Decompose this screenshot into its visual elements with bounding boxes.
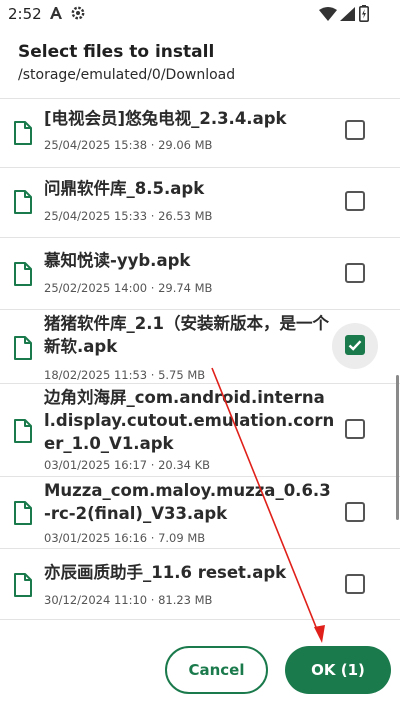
file-date: 30/12/2024 11:10 (44, 593, 148, 607)
ok-button[interactable]: OK (1) (285, 646, 391, 694)
file-meta: 03/01/2025 16:17 · 20.34 KB (44, 458, 210, 472)
file-icon (13, 262, 33, 290)
file-list[interactable]: [电视会员]悠兔电视_2.3.4.apk 25/04/2025 15:38 · … (0, 98, 400, 620)
file-date: 25/04/2025 15:38 (44, 138, 148, 152)
folder-path: /storage/emulated/0/Download (18, 67, 236, 83)
file-row[interactable]: 边角刘海屏_com.android.internal.display.cutou… (0, 383, 400, 476)
file-checkbox[interactable] (345, 419, 365, 439)
file-meta: 03/01/2025 16:16 · 7.09 MB (44, 531, 205, 545)
file-meta: 25/02/2025 14:00 · 29.74 MB (44, 281, 212, 295)
file-row[interactable]: 亦辰画质助手_11.6 reset.apk 30/12/2024 11:10 ·… (0, 548, 400, 620)
check-icon (348, 340, 362, 351)
meta-separator: · (147, 368, 159, 382)
meta-separator: · (147, 138, 159, 152)
file-icon (13, 501, 33, 529)
meta-separator: · (147, 209, 159, 223)
file-date: 25/02/2025 14:00 (44, 281, 148, 295)
battery-charging-icon (359, 5, 369, 26)
file-row[interactable]: 问鼎软件库_8.5.apk 25/04/2025 15:33 · 26.53 M… (0, 167, 400, 237)
meta-separator: · (147, 593, 159, 607)
file-meta: 25/04/2025 15:33 · 26.53 MB (44, 209, 212, 223)
file-name: 猪猪软件库_2.1（安装新版本，是一个新软.apk (44, 314, 329, 356)
meta-separator: · (147, 458, 159, 472)
file-icon (13, 419, 33, 447)
file-size: 81.23 MB (158, 593, 213, 607)
file-row[interactable]: [电视会员]悠兔电视_2.3.4.apk 25/04/2025 15:38 · … (0, 98, 400, 167)
status-time: 2:52 (8, 5, 42, 23)
file-date: 03/01/2025 16:16 (44, 531, 148, 545)
file-size: 20.34 KB (158, 458, 211, 472)
file-icon (13, 190, 33, 218)
file-row-selected[interactable]: 猪猪软件库_2.1（安装新版本，是一个新软.apk 18/02/2025 11:… (0, 309, 400, 383)
file-name: [电视会员]悠兔电视_2.3.4.apk (44, 109, 287, 128)
file-icon (13, 121, 33, 149)
dialog-header: Select files to install /storage/emulate… (0, 30, 400, 98)
file-name: 慕知悦读-yyb.apk (44, 251, 191, 270)
scrollbar[interactable] (396, 375, 399, 520)
file-meta: 30/12/2024 11:10 · 81.23 MB (44, 593, 212, 607)
file-checkbox[interactable] (345, 191, 365, 211)
file-size: 29.06 MB (158, 138, 213, 152)
file-checkbox[interactable] (345, 263, 365, 283)
file-icon (13, 573, 33, 601)
file-checkbox[interactable] (345, 502, 365, 522)
file-meta: 25/04/2025 15:38 · 29.06 MB (44, 138, 212, 152)
file-icon (13, 336, 33, 364)
file-checkbox-checked[interactable] (345, 335, 365, 355)
list-divider (0, 619, 400, 620)
file-row[interactable]: Muzza_com.maloy.muzza_0.6.3-rc-2(final)_… (0, 476, 400, 548)
file-name: 问鼎软件库_8.5.apk (44, 179, 205, 198)
file-size: 5.75 MB (158, 368, 206, 382)
file-meta: 18/02/2025 11:53 · 5.75 MB (44, 368, 205, 382)
file-row[interactable]: 慕知悦读-yyb.apk 25/02/2025 14:00 · 29.74 MB (0, 237, 400, 309)
cancel-button[interactable]: Cancel (165, 646, 268, 694)
dialog-title: Select files to install (18, 42, 215, 62)
status-bar: 2:52 (0, 0, 400, 30)
file-checkbox[interactable] (345, 574, 365, 594)
meta-separator: · (147, 281, 159, 295)
file-name: 亦辰画质助手_11.6 reset.apk (44, 563, 287, 582)
file-date: 25/04/2025 15:33 (44, 209, 148, 223)
file-checkbox[interactable] (345, 120, 365, 140)
file-date: 18/02/2025 11:53 (44, 368, 148, 382)
file-date: 03/01/2025 16:17 (44, 458, 148, 472)
wifi-icon (319, 6, 337, 25)
file-name: 边角刘海屏_com.android.internal.display.cutou… (44, 388, 335, 453)
file-size: 29.74 MB (158, 281, 213, 295)
settings-gear-icon (70, 5, 86, 25)
file-size: 26.53 MB (158, 209, 213, 223)
signal-icon (340, 6, 355, 25)
file-size: 7.09 MB (158, 531, 206, 545)
meta-separator: · (147, 531, 159, 545)
file-name: Muzza_com.maloy.muzza_0.6.3-rc-2(final)_… (44, 481, 331, 523)
font-a-icon (48, 5, 64, 25)
